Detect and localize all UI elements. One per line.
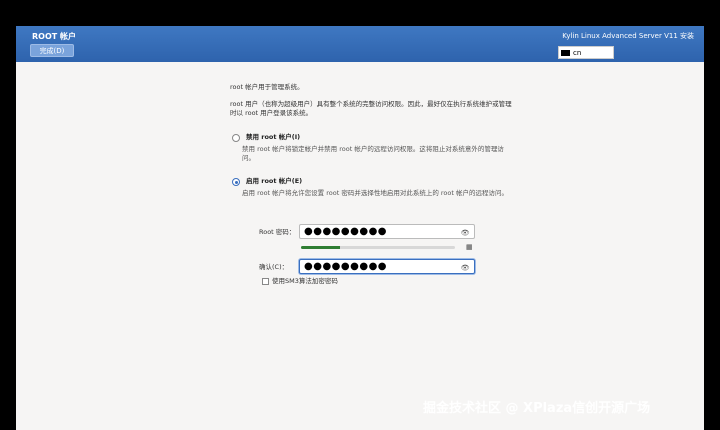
eye-icon[interactable]: 👁 bbox=[461, 229, 470, 238]
password-strength-fill bbox=[301, 246, 340, 249]
sm3-checkbox[interactable] bbox=[262, 278, 269, 285]
root-password-label: Root 密码： bbox=[259, 228, 296, 236]
product-title: Kylin Linux Advanced Server V11 安装 bbox=[562, 32, 694, 40]
spoke-header: ROOT 帐户 完成(D) Kylin Linux Advanced Serve… bbox=[16, 26, 704, 62]
done-button[interactable]: 完成(D) bbox=[30, 44, 74, 57]
spoke-title: ROOT 帐户 bbox=[32, 32, 77, 41]
disable-root-radio[interactable] bbox=[232, 134, 240, 142]
root-password-value: ●●●●●●●●● bbox=[304, 226, 388, 237]
warning-icon: ▦ bbox=[466, 243, 473, 251]
keyboard-layout-indicator[interactable]: cn bbox=[558, 46, 614, 59]
keyboard-icon bbox=[561, 49, 570, 56]
confirm-password-label: 确认(C)： bbox=[259, 263, 289, 271]
watermark-text: 掘金技术社区 @ XPlaza信创开源广场 bbox=[423, 401, 651, 416]
intro-text: root 帐户用于管理系统。 bbox=[230, 83, 304, 91]
keyboard-layout-label: cn bbox=[573, 48, 582, 57]
sm3-checkbox-label[interactable]: 使用SM3算法加密密码 bbox=[272, 277, 338, 286]
intro-paragraph: root 用户（也称为超级用户）具有整个系统的完整访问权限。因此，最好仅在执行系… bbox=[230, 100, 512, 117]
confirm-password-value: ●●●●●●●●● bbox=[304, 261, 388, 272]
eye-icon[interactable]: 👁 bbox=[461, 264, 470, 273]
enable-root-radio[interactable] bbox=[232, 178, 240, 186]
installer-screen: ROOT 帐户 完成(D) Kylin Linux Advanced Serve… bbox=[16, 26, 704, 430]
confirm-password-input[interactable]: ●●●●●●●●● 👁 bbox=[299, 259, 475, 274]
enable-root-label[interactable]: 启用 root 帐户(E) bbox=[246, 177, 302, 186]
enable-root-description: 启用 root 帐户将允许您设置 root 密码并选择性地启用对此系统上的 ro… bbox=[242, 189, 508, 197]
password-strength-bar bbox=[301, 246, 455, 249]
disable-root-description: 禁用 root 帐户将锁定帐户并禁用 root 帐户的远程访问权限。这将阻止对系… bbox=[242, 145, 504, 162]
root-password-input[interactable]: ●●●●●●●●● 👁 bbox=[299, 224, 475, 239]
disable-root-label[interactable]: 禁用 root 帐户(I) bbox=[246, 133, 300, 142]
